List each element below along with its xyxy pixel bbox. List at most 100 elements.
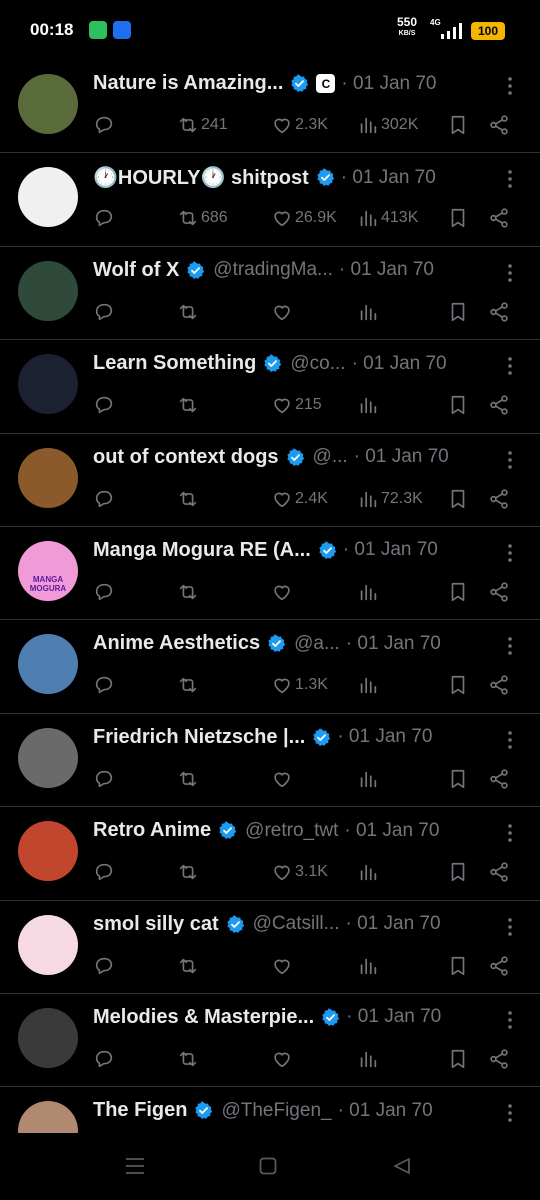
avatar[interactable] xyxy=(18,1101,78,1133)
like-button[interactable] xyxy=(271,579,295,605)
retweet-button[interactable] xyxy=(177,953,201,979)
retweet-button[interactable] xyxy=(177,299,201,325)
feed-item[interactable]: smol silly cat @Catsill... · 01 Jan 70 xyxy=(0,901,540,994)
home-icon[interactable] xyxy=(259,1157,277,1175)
share-button[interactable] xyxy=(488,766,510,792)
reply-button[interactable] xyxy=(93,299,115,325)
like-button[interactable]: 2.4K xyxy=(271,486,328,512)
avatar[interactable] xyxy=(18,821,78,882)
bookmark-button[interactable] xyxy=(447,1046,469,1072)
more-icon[interactable] xyxy=(505,76,515,96)
like-button[interactable]: 1.3K xyxy=(271,672,328,698)
share-button[interactable] xyxy=(488,579,510,605)
feed-item[interactable]: Nature is Amazing... C · 01 Jan 70 241 2… xyxy=(0,60,540,154)
feed-item[interactable]: Melodies & Masterpie... · 01 Jan 70 xyxy=(0,994,540,1088)
share-button[interactable] xyxy=(488,672,510,698)
retweet-button[interactable] xyxy=(177,392,201,418)
avatar[interactable] xyxy=(18,354,78,415)
avatar[interactable] xyxy=(18,634,78,695)
views-button[interactable]: 72.3K xyxy=(357,486,423,512)
reply-button[interactable] xyxy=(93,392,115,418)
more-icon[interactable] xyxy=(505,263,515,283)
views-button[interactable] xyxy=(357,1046,381,1072)
account-name[interactable]: Manga Mogura RE (A... xyxy=(93,539,311,562)
reply-button[interactable] xyxy=(93,579,115,605)
feed-item[interactable]: Friedrich Nietzsche |... · 01 Jan 70 xyxy=(0,714,540,808)
avatar[interactable] xyxy=(18,167,78,228)
retweet-button[interactable] xyxy=(177,486,201,512)
account-name[interactable]: Friedrich Nietzsche |... xyxy=(93,726,305,749)
like-button[interactable]: 3.1K xyxy=(271,859,328,885)
views-button[interactable] xyxy=(357,579,381,605)
feed-item[interactable]: The Figen @TheFigen_ · 01 Jan 70 xyxy=(0,1087,540,1133)
share-button[interactable] xyxy=(488,859,510,885)
account-name[interactable]: Nature is Amazing... xyxy=(93,72,283,95)
account-name[interactable]: 🕐HOURLY🕐 shitpost xyxy=(93,165,309,190)
account-name[interactable]: Wolf of X xyxy=(93,259,179,282)
feed-item[interactable]: MANGA MOGURA Manga Mogura RE (A... · 01 … xyxy=(0,527,540,621)
bookmark-button[interactable] xyxy=(447,579,469,605)
retweet-button[interactable] xyxy=(177,579,201,605)
menu-icon[interactable] xyxy=(125,1157,145,1175)
avatar[interactable] xyxy=(18,447,78,508)
bookmark-button[interactable] xyxy=(447,672,469,698)
more-icon[interactable] xyxy=(505,730,515,750)
more-icon[interactable] xyxy=(505,169,515,189)
reply-button[interactable] xyxy=(93,953,115,979)
bookmark-button[interactable] xyxy=(447,205,469,231)
retweet-button[interactable]: 241 xyxy=(177,112,228,138)
avatar[interactable] xyxy=(18,260,78,321)
like-button[interactable] xyxy=(271,766,295,792)
more-icon[interactable] xyxy=(505,823,515,843)
like-button[interactable]: 215 xyxy=(271,392,322,418)
more-icon[interactable] xyxy=(505,917,515,937)
feed-item[interactable]: out of context dogs @... · 01 Jan 70 2.4… xyxy=(0,434,540,527)
account-name[interactable]: The Figen xyxy=(93,1099,187,1122)
reply-button[interactable] xyxy=(93,672,115,698)
bookmark-button[interactable] xyxy=(447,112,469,138)
reply-button[interactable] xyxy=(93,112,115,138)
more-icon[interactable] xyxy=(505,1103,515,1123)
views-button[interactable] xyxy=(357,672,381,698)
avatar[interactable] xyxy=(18,914,78,975)
reply-button[interactable] xyxy=(93,859,115,885)
views-button[interactable] xyxy=(357,766,381,792)
bookmark-button[interactable] xyxy=(447,953,469,979)
bookmark-button[interactable] xyxy=(447,486,469,512)
like-button[interactable] xyxy=(271,1046,295,1072)
account-name[interactable]: Anime Aesthetics xyxy=(93,632,260,655)
share-button[interactable] xyxy=(488,1046,510,1072)
views-button[interactable] xyxy=(357,392,381,418)
views-button[interactable] xyxy=(357,299,381,325)
retweet-button[interactable] xyxy=(177,766,201,792)
avatar[interactable]: MANGA MOGURA xyxy=(18,540,78,601)
like-button[interactable] xyxy=(271,299,295,325)
account-name[interactable]: smol silly cat xyxy=(93,913,219,936)
retweet-button[interactable] xyxy=(177,859,201,885)
share-button[interactable] xyxy=(488,205,510,231)
reply-button[interactable] xyxy=(93,766,115,792)
more-icon[interactable] xyxy=(505,450,515,470)
feed-item[interactable]: Learn Something @co... · 01 Jan 70 215 xyxy=(0,340,540,434)
share-button[interactable] xyxy=(488,953,510,979)
account-name[interactable]: Retro Anime xyxy=(93,819,211,842)
more-icon[interactable] xyxy=(505,636,515,656)
like-button[interactable]: 26.9K xyxy=(271,205,337,231)
reply-button[interactable] xyxy=(93,205,115,231)
feed-item[interactable]: Retro Anime @retro_twt · 01 Jan 70 3.1K xyxy=(0,807,540,901)
avatar[interactable] xyxy=(18,1007,78,1068)
retweet-button[interactable] xyxy=(177,672,201,698)
like-button[interactable]: 2.3K xyxy=(271,112,328,138)
account-name[interactable]: out of context dogs xyxy=(93,446,279,469)
like-button[interactable] xyxy=(271,953,295,979)
account-name[interactable]: Learn Something xyxy=(93,352,256,375)
back-icon[interactable] xyxy=(393,1157,411,1175)
reply-button[interactable] xyxy=(93,486,115,512)
bookmark-button[interactable] xyxy=(447,766,469,792)
share-button[interactable] xyxy=(488,112,510,138)
bookmark-button[interactable] xyxy=(447,299,469,325)
retweet-button[interactable] xyxy=(177,1046,201,1072)
views-button[interactable]: 302K xyxy=(357,112,418,138)
bookmark-button[interactable] xyxy=(447,859,469,885)
views-button[interactable] xyxy=(357,953,381,979)
